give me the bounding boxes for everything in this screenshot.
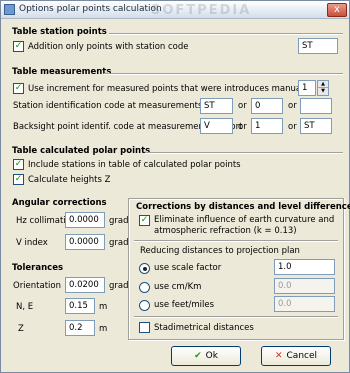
grad-unit: grad — [109, 238, 129, 248]
z-input[interactable]: 0.2 — [65, 320, 95, 336]
cancel-x-icon: ✕ — [274, 351, 283, 361]
ok-button[interactable]: ✔ Ok — [171, 346, 241, 366]
separator — [134, 316, 338, 318]
eliminate-curvature-checkbox[interactable]: ✓ — [139, 215, 150, 226]
addition-only-label: Addition only points with station code — [28, 42, 189, 52]
eliminate-curvature-label-2: atmospheric refraction (k = 0.13) — [154, 226, 297, 236]
cancel-button-label: Cancel — [286, 351, 318, 361]
increment-input[interactable]: 1 — [298, 80, 316, 96]
backsight-input-3[interactable]: ST — [300, 118, 332, 134]
reducing-distances-label: Reducing distances to projection plan — [140, 246, 300, 256]
orientation-label: Orientation — [13, 281, 61, 291]
cm-km-radio[interactable] — [139, 282, 150, 293]
or-label: or — [288, 122, 297, 132]
angular-corrections-heading: Angular corrections — [12, 198, 107, 208]
scale-factor-radio[interactable] — [139, 263, 150, 274]
close-button[interactable]: x — [327, 3, 347, 17]
backsight-input-2[interactable]: 1 — [251, 118, 283, 134]
table-station-points-heading: Table station points — [12, 27, 107, 37]
use-increment-label: Use increment for measured points that w… — [28, 84, 311, 94]
separator — [109, 33, 343, 35]
corrections-heading: Corrections by distances and level diffe… — [136, 202, 350, 212]
window-title: Options polar points calculation — [19, 4, 162, 14]
table-calculated-heading: Table calculated polar points — [12, 146, 151, 156]
addition-only-checkbox[interactable]: ✓ — [13, 41, 24, 52]
options-dialog: Options polar points calculation SOFTPED… — [0, 0, 350, 373]
station-id-input-2[interactable]: 0 — [251, 98, 283, 114]
ok-button-label: Ok — [205, 351, 218, 361]
scale-factor-label: use scale factor — [154, 263, 222, 273]
orientation-input[interactable]: 0.0200 — [65, 277, 105, 293]
or-label: or — [238, 122, 247, 132]
station-id-input-3[interactable] — [300, 98, 332, 114]
calculate-heights-label: Calculate heights Z — [28, 175, 111, 185]
station-code-input[interactable]: ST — [298, 38, 338, 54]
ok-check-icon: ✔ — [194, 351, 202, 361]
title-bar: Options polar points calculation SOFTPED… — [1, 1, 349, 19]
feet-miles-input[interactable]: 0.0 — [274, 296, 335, 312]
cm-km-input[interactable]: 0.0 — [274, 278, 335, 294]
stadimetrical-checkbox[interactable] — [139, 322, 150, 333]
separator — [145, 152, 343, 154]
cancel-button[interactable]: ✕ Cancel — [261, 346, 331, 366]
include-stations-label: Include stations in table of calculated … — [28, 160, 241, 170]
or-label: or — [238, 101, 247, 111]
v-index-label: V index — [16, 238, 48, 248]
backsight-input-1[interactable]: V — [200, 118, 233, 134]
use-increment-checkbox[interactable]: ✓ — [13, 83, 24, 94]
separator — [104, 73, 343, 75]
spin-up-icon[interactable]: ▲ — [318, 81, 328, 88]
station-id-input-1[interactable]: ST — [200, 98, 233, 114]
z-label: Z — [18, 324, 24, 334]
include-stations-checkbox[interactable]: ✓ — [13, 159, 24, 170]
m-unit: m — [99, 324, 108, 334]
calculate-heights-checkbox[interactable]: ✓ — [13, 174, 24, 185]
eliminate-curvature-label-1: Eliminate influence of earth curvature a… — [154, 215, 335, 225]
ne-label: N, E — [16, 302, 34, 312]
scale-factor-input[interactable]: 1.0 — [274, 259, 335, 275]
hz-collimation-input[interactable]: 0.0000 — [65, 212, 105, 228]
grad-unit: grad — [109, 281, 129, 291]
spin-down-icon[interactable]: ▼ — [318, 88, 328, 95]
feet-miles-radio[interactable] — [139, 300, 150, 311]
cm-km-label: use cm/Km — [154, 282, 202, 292]
grad-unit: grad — [109, 216, 129, 226]
table-measurements-heading: Table measurements — [12, 67, 112, 77]
or-label: or — [288, 101, 297, 111]
tolerances-heading: Tolerances — [12, 263, 64, 273]
increment-spinner[interactable]: ▲ ▼ — [317, 80, 329, 96]
v-index-input[interactable]: 0.0000 — [65, 234, 105, 250]
ne-input[interactable]: 0.15 — [65, 298, 95, 314]
separator — [134, 240, 338, 242]
watermark: SOFTPEDIA — [151, 3, 252, 18]
stadimetrical-label: Stadimetrical distances — [154, 323, 254, 333]
m-unit: m — [99, 302, 108, 312]
app-icon — [4, 4, 15, 15]
feet-miles-label: use feet/miles — [154, 300, 215, 310]
